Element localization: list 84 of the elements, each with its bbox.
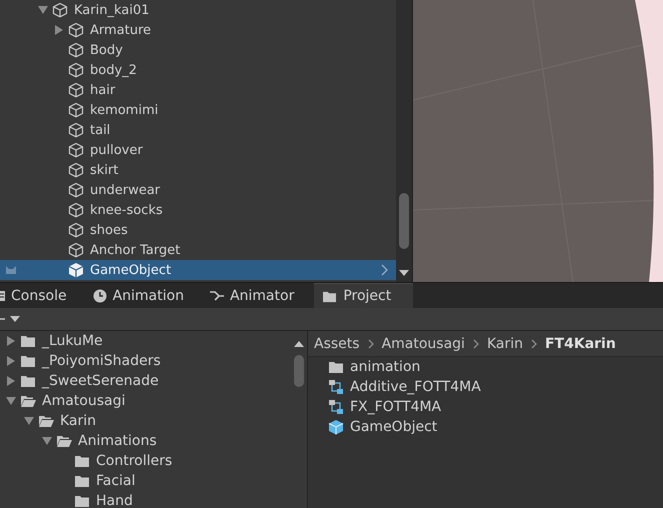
prefab-icon — [328, 419, 344, 435]
cube-icon — [68, 122, 84, 138]
cube-icon — [68, 42, 84, 58]
chevron-right-icon[interactable] — [381, 264, 388, 276]
breadcrumb-link[interactable]: FT4Karin — [544, 336, 616, 352]
folder-item[interactable]: _SweetSerenade — [0, 371, 290, 391]
folder-item[interactable]: Controllers — [0, 451, 290, 471]
cube-icon — [68, 242, 84, 258]
asset-item[interactable]: GameObject — [308, 417, 663, 437]
asset-item[interactable]: animation — [308, 357, 663, 377]
folder-icon — [74, 474, 90, 488]
cube-icon — [68, 142, 84, 158]
hierarchy-item[interactable]: GameObject — [0, 260, 396, 280]
cube-icon — [52, 2, 68, 18]
collapsed-arrow-icon[interactable] — [7, 356, 15, 366]
asset-item[interactable]: FX_FOTT4MA — [308, 397, 663, 417]
expanded-arrow-icon[interactable] — [38, 6, 48, 14]
cube-icon — [68, 102, 84, 118]
folder-icon — [74, 494, 90, 508]
folder-item[interactable]: Animations — [0, 431, 290, 451]
hierarchy-item[interactable]: skirt — [0, 160, 396, 180]
clock-icon — [92, 288, 107, 302]
branch-icon — [210, 290, 224, 302]
cube-icon — [68, 162, 84, 178]
hierarchy-item[interactable]: pullover — [0, 140, 396, 160]
folder-item[interactable]: _PoiyomiShaders — [0, 351, 290, 371]
hierarchy-item[interactable]: Body — [0, 40, 396, 60]
folder-item[interactable]: Facial — [0, 471, 290, 491]
controller-icon — [328, 399, 344, 415]
tab[interactable]: Animation — [80, 283, 198, 308]
tab[interactable]: Project — [314, 283, 414, 308]
tab[interactable]: Console — [0, 283, 81, 308]
cube-icon — [68, 22, 84, 38]
chevron-right-icon — [530, 338, 537, 348]
collapsed-arrow-icon[interactable] — [7, 376, 15, 386]
chevron-right-icon — [368, 338, 374, 348]
hierarchy-item[interactable]: Anchor Target — [0, 240, 396, 260]
tab[interactable]: Animator — [198, 283, 308, 308]
hierarchy-item[interactable]: tail — [0, 120, 396, 140]
scrollbar-thumb[interactable] — [399, 193, 409, 249]
collapsed-arrow-icon[interactable] — [7, 336, 15, 346]
scrollbar[interactable] — [290, 331, 308, 508]
expanded-arrow-icon[interactable] — [24, 417, 34, 425]
folder-icon — [20, 374, 36, 388]
breadcrumb-link[interactable]: Amatousagi — [382, 336, 465, 352]
hierarchy-item[interactable]: shoes — [0, 220, 396, 240]
folder-icon — [20, 334, 36, 348]
chevron-right-icon — [472, 338, 479, 348]
expanded-arrow-icon[interactable] — [6, 397, 16, 405]
hierarchy-item[interactable]: Karin_kai01 — [0, 0, 396, 20]
hierarchy-item[interactable]: underwear — [0, 180, 396, 200]
cube-icon — [68, 222, 84, 238]
cube-icon — [68, 62, 84, 78]
folder-item[interactable]: Hand — [0, 491, 290, 508]
hierarchy-item[interactable]: hair — [0, 80, 396, 100]
expanded-arrow-icon[interactable] — [42, 437, 52, 445]
scroll-up-icon[interactable] — [294, 341, 304, 347]
cube-icon — [68, 262, 84, 278]
cube-icon — [68, 82, 84, 98]
folder-icon — [322, 290, 338, 302]
controller-icon — [328, 379, 344, 395]
breadcrumb-link[interactable]: Assets — [314, 336, 360, 352]
scrollbar-thumb[interactable] — [294, 355, 304, 387]
cube-icon — [68, 202, 84, 218]
asset-item[interactable]: Additive_FOTT4MA — [308, 377, 663, 397]
scroll-down-icon[interactable] — [399, 270, 409, 276]
hierarchy-item[interactable]: body_2 — [0, 60, 396, 80]
open-folder-icon — [20, 394, 36, 408]
breadcrumb-link[interactable]: Karin — [486, 336, 523, 352]
folder-item[interactable]: _LukuMe — [0, 331, 290, 351]
cube-icon — [68, 182, 84, 198]
hierarchy-item[interactable]: kemomimi — [0, 100, 396, 120]
hierarchy-item[interactable]: Armature — [0, 20, 396, 40]
open-folder-icon — [38, 414, 54, 428]
folder-icon — [328, 360, 344, 374]
caret-icon[interactable] — [10, 316, 20, 322]
open-folder-icon — [56, 434, 72, 448]
folder-item[interactable]: Amatousagi — [0, 391, 290, 411]
collapsed-arrow-icon[interactable] — [55, 25, 63, 35]
hierarchy-item[interactable]: knee-socks — [0, 200, 396, 220]
folder-icon — [20, 354, 36, 368]
folder-item[interactable]: Karin — [0, 411, 290, 431]
scrollbar[interactable] — [396, 0, 413, 282]
folder-icon — [74, 454, 90, 468]
